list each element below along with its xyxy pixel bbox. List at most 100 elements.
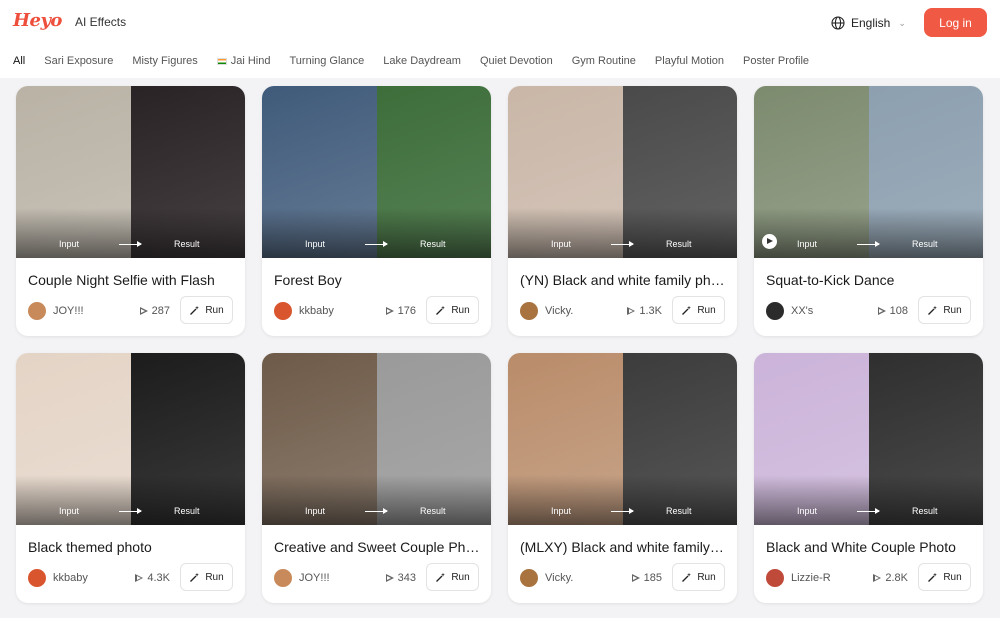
effect-thumbnail[interactable]: Input Result [262, 86, 491, 258]
play-outline-icon [139, 306, 148, 316]
tab-playful-motion[interactable]: Playful Motion [655, 55, 724, 67]
arrow-right-icon [119, 508, 142, 514]
run-label: Run [205, 304, 224, 316]
play-outline-icon [385, 306, 394, 316]
input-caption: Input [797, 239, 818, 249]
play-count-value: 185 [643, 572, 662, 584]
arrow-right-icon [119, 241, 142, 247]
play-count: 4.3K [135, 572, 170, 584]
run-button[interactable]: Run [672, 563, 725, 591]
nav-link-ai-effects[interactable]: AI Effects [75, 15, 126, 29]
tab-turning-glance[interactable]: Turning Glance [289, 55, 364, 67]
magic-wand-icon [928, 305, 938, 315]
effect-thumbnail[interactable]: Input Result [508, 86, 737, 258]
tab-all[interactable]: All [13, 55, 25, 67]
play-count: 185 [631, 572, 662, 584]
effect-card[interactable]: Input Result (YN) Black and white family… [508, 86, 737, 336]
magic-wand-icon [682, 572, 692, 582]
run-label: Run [697, 304, 716, 316]
play-count-value: 4.3K [147, 572, 170, 584]
arrow-right-icon [611, 508, 634, 514]
input-caption: Input [305, 239, 326, 249]
effect-card[interactable]: Input Result Black and White Couple Phot… [754, 353, 983, 603]
effect-thumbnail[interactable]: Input Result [16, 353, 245, 525]
chevron-down-icon: ⌄ [898, 17, 906, 28]
effect-thumbnail[interactable]: Input Result [754, 353, 983, 525]
effect-card[interactable]: Input Result Squat-to-Kick Dance XX's 10… [754, 86, 983, 336]
arrow-right-icon [857, 241, 880, 247]
input-caption: Input [59, 506, 80, 516]
play-count: 176 [385, 305, 416, 317]
effect-card[interactable]: Input Result Forest Boy kkbaby 176 Run [262, 86, 491, 336]
play-count-value: 176 [397, 305, 416, 317]
run-button[interactable]: Run [180, 296, 233, 324]
tab-gym-routine[interactable]: Gym Routine [572, 55, 636, 67]
effect-card[interactable]: Input Result Black themed photo kkbaby 4… [16, 353, 245, 603]
magic-wand-icon [436, 572, 446, 582]
effect-card[interactable]: Input Result Couple Night Selfie with Fl… [16, 86, 245, 336]
tab-jai-hind[interactable]: Jai Hind [216, 55, 271, 67]
author-avatar [274, 302, 292, 320]
input-caption: Input [551, 506, 572, 516]
run-button[interactable]: Run [918, 296, 971, 324]
play-count-value: 2.8K [885, 572, 908, 584]
play-icon[interactable] [762, 234, 777, 249]
author-avatar [520, 302, 538, 320]
magic-wand-icon [190, 305, 200, 315]
run-label: Run [205, 571, 224, 583]
arrow-right-icon [365, 241, 388, 247]
effect-title: Forest Boy [274, 272, 342, 288]
input-caption: Input [797, 506, 818, 516]
tab-quiet-devotion[interactable]: Quiet Devotion [480, 55, 553, 67]
run-button[interactable]: Run [672, 296, 725, 324]
tab-poster-profile[interactable]: Poster Profile [743, 55, 809, 67]
run-label: Run [451, 571, 470, 583]
author-avatar [520, 569, 538, 587]
magic-wand-icon [928, 572, 938, 582]
play-outline-icon [385, 573, 394, 583]
magic-wand-icon [682, 305, 692, 315]
effect-card[interactable]: Input Result Creative and Sweet Couple P… [262, 353, 491, 603]
tab-label: Jai Hind [230, 55, 271, 67]
author-avatar [28, 569, 46, 587]
effect-thumbnail[interactable]: Input Result [16, 86, 245, 258]
run-label: Run [697, 571, 716, 583]
run-label: Run [943, 571, 962, 583]
run-button[interactable]: Run [426, 296, 479, 324]
author-name: Vicky. [545, 305, 574, 317]
effect-title: Black and White Couple Photo [766, 539, 956, 555]
input-caption: Input [551, 239, 572, 249]
play-outline-icon [135, 573, 144, 583]
effect-title: (YN) Black and white family photo [520, 272, 726, 288]
author-name: XX's [791, 305, 814, 317]
play-count-value: 1.3K [639, 305, 662, 317]
play-count-value: 108 [889, 305, 908, 317]
result-caption: Result [174, 239, 200, 249]
tab-misty-figures[interactable]: Misty Figures [132, 55, 197, 67]
magic-wand-icon [436, 305, 446, 315]
run-button[interactable]: Run [918, 563, 971, 591]
run-button[interactable]: Run [180, 563, 233, 591]
language-selector[interactable]: English ⌄ [831, 14, 906, 32]
play-count: 1.3K [627, 305, 662, 317]
run-button[interactable]: Run [426, 563, 479, 591]
run-label: Run [943, 304, 962, 316]
effect-thumbnail[interactable]: Input Result [508, 353, 737, 525]
author-name: Vicky. [545, 572, 574, 584]
tab-sari-exposure[interactable]: Sari Exposure [44, 55, 113, 67]
heyo-logo[interactable]: Heyo [13, 10, 62, 31]
author-avatar [28, 302, 46, 320]
effect-thumbnail[interactable]: Input Result [754, 86, 983, 258]
effect-thumbnail[interactable]: Input Result [262, 353, 491, 525]
tab-lake-daydream[interactable]: Lake Daydream [383, 55, 461, 67]
effect-title: Couple Night Selfie with Flash [28, 272, 215, 288]
play-outline-icon [873, 573, 882, 583]
top-bar: Heyo AI Effects English ⌄ Log in [0, 0, 1000, 44]
login-button[interactable]: Log in [924, 8, 987, 37]
author-name: kkbaby [53, 572, 88, 584]
play-count: 2.8K [873, 572, 908, 584]
effect-card[interactable]: Input Result (MLXY) Black and white fami… [508, 353, 737, 603]
arrow-right-icon [611, 241, 634, 247]
play-outline-icon [627, 306, 636, 316]
author-name: kkbaby [299, 305, 334, 317]
